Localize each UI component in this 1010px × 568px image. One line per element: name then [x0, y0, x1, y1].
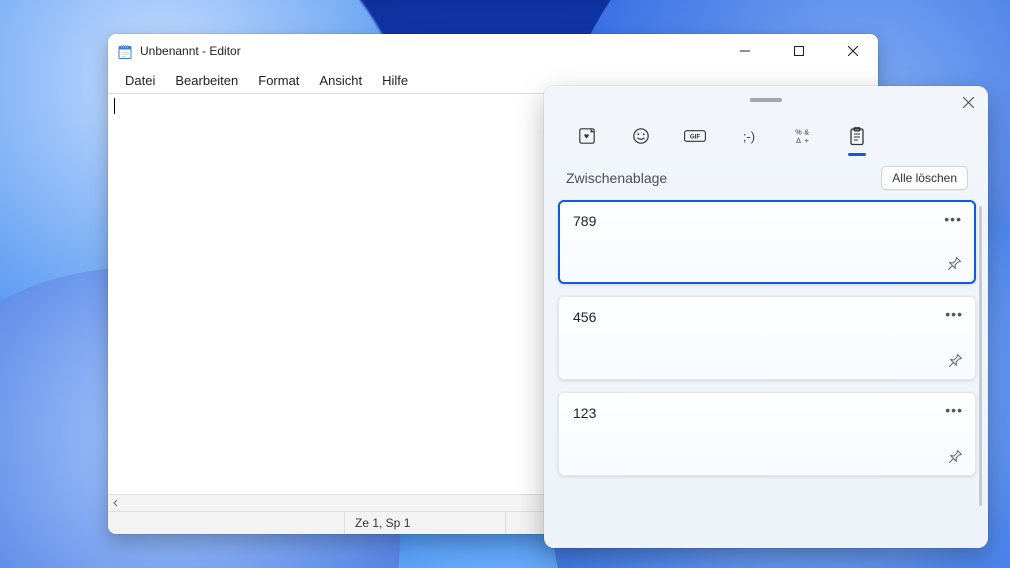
maximize-button[interactable] [776, 35, 822, 67]
tab-kaomoji[interactable]: ;-) [732, 120, 766, 152]
tab-emoji[interactable] [624, 120, 658, 152]
clipboard-list: 789 ••• 456 ••• 123 ••• [544, 196, 988, 548]
menu-format[interactable]: Format [249, 70, 308, 91]
more-icon[interactable]: ••• [945, 403, 963, 417]
clipboard-item-text: 789 [573, 213, 596, 229]
clipboard-item-text: 456 [573, 309, 596, 325]
tab-clipboard[interactable] [840, 120, 874, 152]
more-icon[interactable]: ••• [944, 212, 962, 226]
svg-text:Δ: Δ [796, 136, 801, 145]
pin-icon[interactable] [947, 353, 963, 369]
minimize-button[interactable] [722, 35, 768, 67]
notepad-icon [118, 44, 132, 59]
grip-handle-icon [750, 98, 782, 102]
status-position: Ze 1, Sp 1 [345, 512, 506, 534]
panel-scrollbar[interactable] [979, 206, 982, 506]
notepad-title: Unbenannt - Editor [140, 44, 241, 58]
svg-text:&: & [804, 128, 809, 137]
clipboard-panel: GIF ;-) % & Δ + Zwischenablage Alle lösc… [544, 86, 988, 548]
clipboard-title: Zwischenablage [566, 170, 881, 186]
pin-icon[interactable] [947, 449, 963, 465]
close-button[interactable] [830, 35, 876, 67]
svg-text:%: % [795, 128, 802, 137]
clipboard-item[interactable]: 456 ••• [558, 296, 976, 380]
text-caret [114, 98, 115, 114]
clear-all-button[interactable]: Alle löschen [881, 166, 968, 190]
panel-grip-area[interactable] [544, 86, 988, 114]
panel-close-button[interactable] [954, 90, 982, 114]
svg-text:+: + [804, 136, 808, 145]
scroll-left-icon[interactable] [108, 495, 124, 511]
menu-help[interactable]: Hilfe [373, 70, 417, 91]
notepad-titlebar[interactable]: Unbenannt - Editor [108, 34, 878, 68]
clipboard-header: Zwischenablage Alle löschen [544, 156, 988, 196]
menu-view[interactable]: Ansicht [310, 70, 371, 91]
clipboard-item-text: 123 [573, 405, 596, 421]
menu-file[interactable]: Datei [116, 70, 164, 91]
more-icon[interactable]: ••• [945, 307, 963, 321]
tab-stickers[interactable] [570, 120, 604, 152]
clipboard-item[interactable]: 789 ••• [558, 200, 976, 284]
menu-edit[interactable]: Bearbeiten [166, 70, 247, 91]
tab-symbols[interactable]: % & Δ + [786, 120, 820, 152]
pin-icon[interactable] [946, 256, 962, 272]
panel-tabs: GIF ;-) % & Δ + [544, 114, 988, 156]
tab-gif[interactable]: GIF [678, 120, 712, 152]
clipboard-item[interactable]: 123 ••• [558, 392, 976, 476]
svg-text:GIF: GIF [690, 134, 701, 141]
